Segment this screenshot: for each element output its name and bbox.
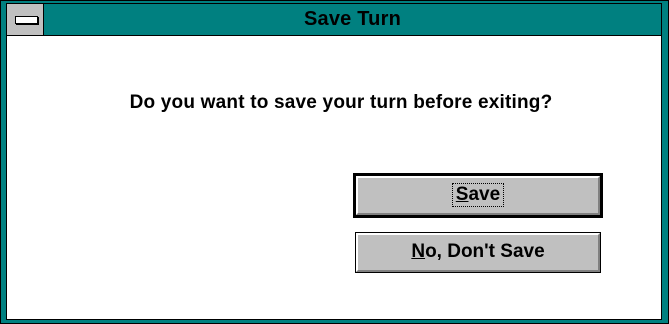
- dialog-frame: Save Turn Do you want to save your turn …: [6, 3, 662, 320]
- system-menu-icon: [15, 16, 38, 24]
- save-button-mnemonic: S: [455, 184, 469, 205]
- dont-save-button-label-rest: o, Don't Save: [425, 241, 545, 262]
- title-bar[interactable]: Save Turn: [7, 4, 661, 36]
- dialog-title: Save Turn: [303, 8, 401, 30]
- dont-save-button-mnemonic: N: [411, 241, 426, 262]
- save-button[interactable]: Save: [353, 173, 603, 218]
- system-menu-button[interactable]: [7, 4, 44, 35]
- save-button-label: Save: [451, 183, 505, 207]
- save-button-label-rest: ave: [468, 184, 501, 205]
- dont-save-button[interactable]: No, Don't Save: [355, 232, 601, 273]
- dont-save-button-label: No, Don't Save: [408, 241, 547, 263]
- save-turn-dialog: Save Turn Do you want to save your turn …: [0, 0, 669, 324]
- dialog-message: Do you want to save your turn before exi…: [129, 92, 553, 113]
